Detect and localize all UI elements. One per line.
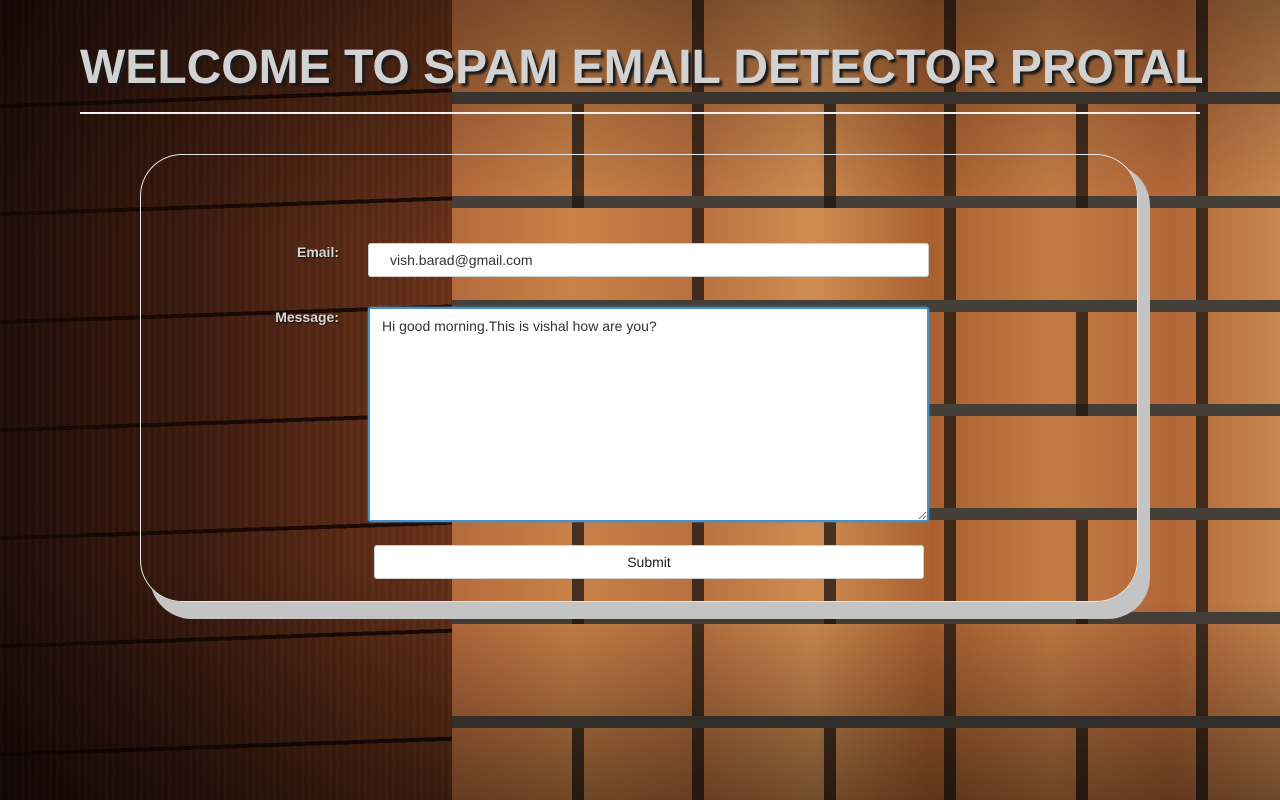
message-label: Message:	[275, 309, 339, 325]
message-textarea[interactable]: Hi good morning.This is vishal how are y…	[368, 307, 929, 522]
submit-button[interactable]: Submit	[374, 545, 924, 579]
email-field[interactable]	[368, 243, 929, 277]
email-label: Email:	[296, 244, 339, 260]
page-title: WELCOME TO SPAM EMAIL DETECTOR PROTAL	[80, 41, 1204, 94]
title-divider	[80, 112, 1200, 114]
